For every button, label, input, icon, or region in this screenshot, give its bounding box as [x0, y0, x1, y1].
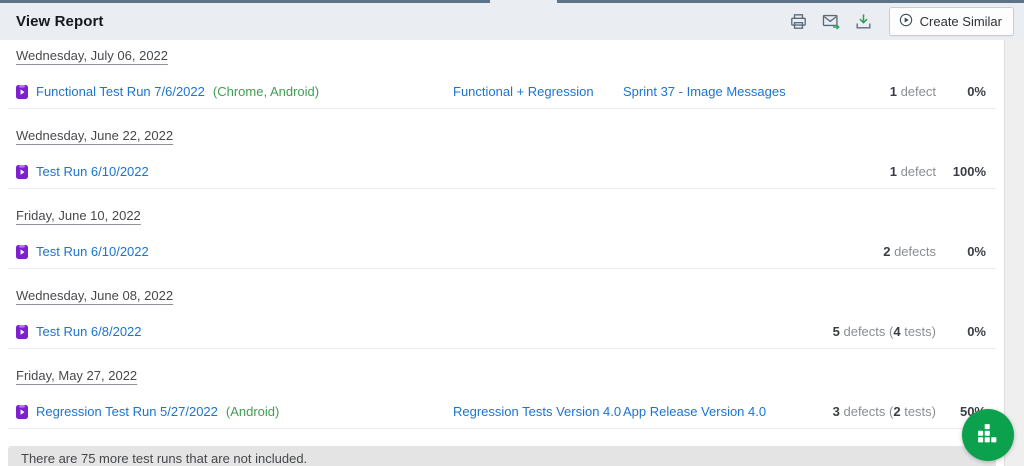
test-count: 4: [893, 324, 901, 339]
test-run-icon: [16, 164, 28, 179]
group-date: Wednesday, July 06, 2022: [16, 48, 169, 63]
group-date: Friday, May 27, 2022: [16, 368, 138, 383]
milestone-link[interactable]: Sprint 37 - Image Messages: [623, 84, 786, 99]
test-run-link[interactable]: Regression Test Run 5/27/2022: [36, 404, 218, 419]
defect-count: 5: [832, 324, 840, 339]
pass-percent: 100%: [952, 164, 986, 179]
run-config: (Chrome, Android): [212, 84, 320, 99]
plan-link[interactable]: Functional + Regression: [453, 84, 594, 99]
test-run-icon: [16, 404, 28, 419]
report-blocks-icon: [977, 423, 999, 448]
printer-icon: [789, 14, 808, 34]
defects-summary: 1 defect: [889, 84, 936, 99]
milestone-link[interactable]: App Release Version 4.0: [623, 404, 766, 419]
test-run-row: Test Run 6/8/2022 5 defects (4 tests) 0%: [8, 315, 996, 349]
plan-link[interactable]: Regression Tests Version 4.0: [453, 404, 621, 419]
group-date: Friday, June 10, 2022: [16, 208, 141, 223]
view-report-page: View Report Create Similar Wednesday, Ju…: [0, 0, 1024, 466]
defects-summary: 5 defects (4 tests): [832, 324, 936, 339]
test-run-link[interactable]: Test Run 6/10/2022: [36, 164, 149, 179]
test-run-row: Regression Test Run 5/27/2022 (Android) …: [8, 395, 996, 429]
defects-summary: 3 defects (2 tests): [832, 404, 936, 419]
create-similar-label: Create Similar: [919, 14, 1002, 29]
date-group: Wednesday, July 06, 2022 Functional Test…: [0, 40, 1004, 109]
date-group: Friday, June 10, 2022 Test Run 6/10/2022…: [0, 189, 1004, 269]
date-group: Wednesday, June 22, 2022 Test Run 6/10/2…: [0, 109, 1004, 189]
group-date: Wednesday, June 22, 2022: [16, 128, 174, 143]
email-report-icon: [821, 14, 841, 34]
page-title: View Report: [16, 13, 104, 30]
test-run-link[interactable]: Functional Test Run 7/6/2022: [36, 84, 205, 99]
top-border-line: [557, 0, 1024, 3]
pass-percent: 0%: [967, 324, 986, 339]
print-button[interactable]: [787, 10, 810, 33]
test-run-link[interactable]: Test Run 6/8/2022: [36, 324, 142, 339]
test-count: 2: [893, 404, 901, 419]
header-actions: Create Similar: [787, 7, 1014, 36]
download-button[interactable]: [852, 10, 875, 33]
defects-summary: 1 defect: [889, 164, 936, 179]
date-group: Wednesday, June 08, 2022 Test Run 6/8/20…: [0, 269, 1004, 349]
test-run-row: Test Run 6/10/2022 1 defect 100%: [8, 155, 996, 189]
report-body: Wednesday, July 06, 2022 Functional Test…: [0, 40, 1005, 466]
reports-fab-button[interactable]: [962, 409, 1014, 461]
test-run-icon: [16, 244, 28, 259]
more-runs-note: There are 75 more test runs that are not…: [8, 446, 996, 466]
test-run-row: Test Run 6/10/2022 2 defects 0%: [8, 235, 996, 269]
test-run-link[interactable]: Test Run 6/10/2022: [36, 244, 149, 259]
test-run-row: Functional Test Run 7/6/2022 (Chrome, An…: [8, 75, 996, 109]
defect-count: 1: [889, 84, 897, 99]
run-config: (Android): [225, 404, 280, 419]
defects-summary: 2 defects: [883, 244, 936, 259]
create-similar-button[interactable]: Create Similar: [888, 7, 1014, 36]
defect-count: 3: [832, 404, 840, 419]
group-date: Wednesday, June 08, 2022: [16, 288, 174, 303]
test-run-icon: [16, 324, 28, 339]
defect-count: 1: [889, 164, 897, 179]
top-border-line: [0, 0, 490, 3]
pass-percent: 0%: [967, 244, 986, 259]
email-report-button[interactable]: [819, 10, 843, 33]
date-group: Friday, May 27, 2022 Regression Test Run…: [0, 349, 1004, 429]
download-icon: [854, 14, 873, 34]
pass-percent: 0%: [967, 84, 986, 99]
report-header: View Report Create Similar: [0, 0, 1024, 40]
test-run-icon: [16, 84, 28, 99]
play-circle-icon: [898, 12, 914, 31]
